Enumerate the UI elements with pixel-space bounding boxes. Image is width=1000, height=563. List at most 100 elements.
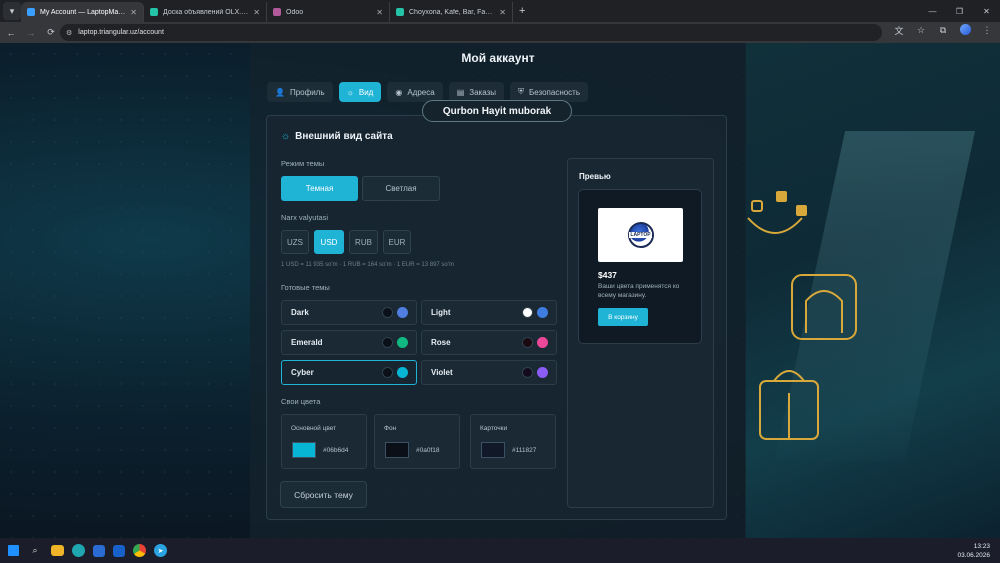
address-bar[interactable]: ⚙ laptop.triangular.uz/account	[60, 24, 882, 41]
extensions-icon[interactable]: ⧉	[936, 25, 950, 36]
color-hex: #06b6d4	[323, 447, 349, 454]
custom-color-picker: Фон #0a0f18	[374, 414, 460, 469]
profile-avatar[interactable]	[958, 24, 972, 37]
deco-bag-handle	[773, 370, 805, 382]
translate-icon[interactable]: 文	[892, 24, 906, 37]
add-to-cart-button[interactable]: В корзину	[598, 308, 648, 326]
theme-swatch	[397, 307, 408, 318]
edge-icon[interactable]	[72, 544, 85, 557]
bookmark-star-icon[interactable]: ☆	[914, 25, 928, 36]
theme-name: Rose	[431, 338, 451, 347]
store-icon[interactable]	[93, 544, 105, 557]
close-window-button[interactable]: ✕	[973, 7, 1000, 16]
reset-theme-button[interactable]: Сбросить тему	[280, 481, 367, 508]
forward-icon[interactable]: →	[22, 28, 40, 38]
light-mode-button[interactable]: Светлая	[362, 176, 440, 201]
window-controls: — ❐ ✕	[919, 0, 1000, 22]
theme-option-emerald[interactable]: Emerald	[281, 330, 417, 355]
color-swatch-input[interactable]	[292, 442, 316, 458]
tab-close-icon[interactable]: ✕	[499, 8, 506, 17]
tab-1[interactable]: ☼ Вид	[338, 82, 382, 102]
themes-label: Готовые темы	[281, 283, 330, 292]
theme-name: Light	[431, 308, 451, 317]
theme-option-light[interactable]: Light	[421, 300, 557, 325]
back-icon[interactable]: ←	[2, 28, 20, 38]
theme-swatch	[397, 367, 408, 378]
theme-name: Emerald	[291, 338, 323, 347]
browser-tab[interactable]: Доска объявлений OLX.uz, ра✕	[144, 2, 267, 22]
tab-label: Вид	[358, 87, 374, 97]
theme-swatches	[382, 307, 408, 318]
browser-tabbar: ▾ My Account — LaptopMarket | ✕ Доска объя…	[0, 0, 1000, 22]
windows-start-icon[interactable]	[8, 545, 19, 556]
telegram-icon[interactable]: ➤	[154, 544, 167, 557]
tab-close-icon[interactable]: ✕	[130, 8, 137, 17]
theme-name: Dark	[291, 308, 309, 317]
toolbar-actions: 文 ☆ ⧉ ⋮	[892, 24, 994, 37]
color-swatch-input[interactable]	[385, 442, 409, 458]
tab-label: Адреса	[407, 87, 435, 97]
theme-swatch	[382, 367, 393, 378]
theme-option-violet[interactable]: Violet	[421, 360, 557, 385]
search-icon[interactable]: ⌕	[27, 543, 43, 559]
theme-swatches	[522, 367, 548, 378]
theme-name: Violet	[431, 368, 453, 377]
tab-title: Odoo	[286, 8, 304, 16]
theme-swatch	[382, 307, 393, 318]
theme-option-rose[interactable]: Rose	[421, 330, 557, 355]
tab-favicon-icon	[27, 8, 35, 16]
tab-favicon-icon	[150, 8, 158, 16]
tab-label: Профиль	[289, 87, 325, 97]
custom-color-picker: Карточки #111827	[470, 414, 556, 469]
browser-tab[interactable]: Odoo ✕	[267, 2, 390, 22]
file-explorer-icon[interactable]	[51, 545, 64, 556]
tab-3[interactable]: ▤ Заказы	[448, 82, 504, 102]
minimize-button[interactable]: —	[919, 7, 946, 16]
theme-swatch	[522, 307, 533, 318]
theme-swatches	[382, 367, 408, 378]
tab-icon: ▤	[456, 87, 465, 97]
theme-swatch	[522, 337, 533, 348]
appearance-title: ☼ Внешний вид сайта	[281, 131, 393, 142]
tab-2[interactable]: ◉ Адреса	[387, 82, 443, 102]
tab-close-icon[interactable]: ✕	[376, 8, 383, 17]
restore-button[interactable]: ❐	[946, 7, 973, 16]
reload-icon[interactable]: ⟳	[42, 27, 60, 38]
currency-option-usd[interactable]: USD	[314, 230, 344, 254]
tab-close-icon[interactable]: ✕	[253, 8, 260, 17]
theme-mode-label: Режим темы	[281, 159, 325, 168]
clock-date: 03.06.2026	[957, 552, 990, 559]
new-tab-button[interactable]: +	[519, 5, 525, 17]
preview-price: $437	[598, 270, 617, 280]
theme-option-cyber[interactable]: Cyber	[281, 360, 417, 385]
tab-label: Заказы	[469, 87, 496, 97]
deco-square-filled-icon	[776, 191, 787, 202]
theme-swatches	[382, 337, 408, 348]
chrome-icon[interactable]	[133, 544, 146, 557]
preview-description: Ваши цвета применятся ко всему магазину.	[598, 283, 680, 299]
browser-tab[interactable]: My Account — LaptopMarket | ✕	[21, 2, 144, 22]
menu-kebab-icon[interactable]: ⋮	[980, 25, 994, 36]
currency-option-rub[interactable]: RUB	[349, 230, 378, 254]
color-swatch-input[interactable]	[481, 442, 505, 458]
theme-name: Cyber	[291, 368, 314, 377]
browser-tab[interactable]: Choyxona, Kafe, Bar, FastFood ✕	[390, 2, 513, 22]
currency-option-eur[interactable]: EUR	[383, 230, 411, 254]
mail-icon[interactable]	[113, 544, 125, 557]
tab-search-icon[interactable]: ▾	[3, 2, 21, 20]
site-info-icon[interactable]: ⚙	[66, 29, 72, 37]
currency-option-uzs[interactable]: UZS	[281, 230, 309, 254]
theme-option-dark[interactable]: Dark	[281, 300, 417, 325]
theme-swatch	[382, 337, 393, 348]
tab-4[interactable]: ⛨ Безопасность	[509, 82, 589, 102]
deco-frame-icon	[791, 274, 857, 340]
tab-0[interactable]: 👤 Профиль	[267, 82, 333, 102]
preview-label: Превью	[579, 172, 611, 181]
deco-square-filled-icon	[796, 205, 807, 216]
sun-icon: ☼	[281, 131, 291, 142]
windows-taskbar: ⌕ ➤ 13:23 03.06.2026	[0, 538, 1000, 563]
appearance-title-text: Внешний вид сайта	[295, 131, 393, 142]
holiday-banner: Qurbon Hayit muborak	[422, 100, 572, 122]
dark-mode-button[interactable]: Темная	[281, 176, 358, 201]
system-clock[interactable]: 13:23 03.06.2026	[957, 542, 990, 560]
